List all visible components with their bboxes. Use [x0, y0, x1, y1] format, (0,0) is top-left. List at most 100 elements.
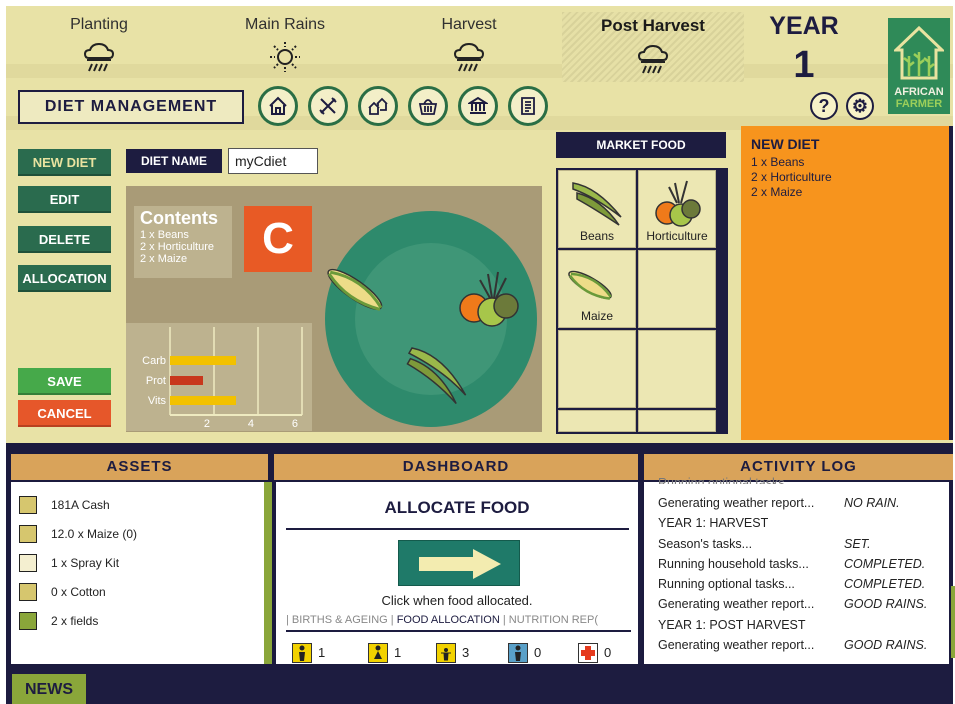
panel-edge [949, 126, 953, 440]
village-icon[interactable] [358, 86, 398, 126]
activity-log-scrollbar[interactable] [951, 586, 955, 658]
stat-value: 1 [394, 645, 402, 660]
new-diet-button[interactable]: NEW DIET [18, 149, 111, 176]
vegetables-icon [655, 180, 701, 227]
african-farmer-logo: AFRICAN FARMER [888, 18, 950, 114]
asset-text: 0 x Cotton [51, 585, 106, 599]
market-item-horticulture[interactable]: Horticulture [638, 170, 716, 248]
spray-kit-icon [19, 554, 37, 572]
log-row: Generating weather report... GOOD RAINS. [658, 597, 927, 615]
maize-icon [568, 270, 612, 300]
tab-births-ageing[interactable]: BIRTHS & AGEING [292, 614, 388, 626]
diet-name-input[interactable]: myCdiet [228, 148, 318, 174]
contents-item: 1 x Beans [140, 229, 189, 241]
assets-scrollbar[interactable] [264, 482, 272, 664]
maize-icon [19, 525, 37, 543]
season-post-harvest-current: Post Harvest [562, 12, 744, 82]
nutrition-bar-prot [170, 376, 203, 385]
help-button[interactable]: ? [810, 92, 838, 120]
rain-cloud-icon [637, 44, 669, 74]
asset-text: 2 x fields [51, 614, 99, 628]
stat-value: 0 [534, 645, 542, 660]
logo-line: AFRICAN [894, 86, 944, 98]
log-row: YEAR 1: HARVEST [658, 516, 768, 534]
logo-text: AFRICAN FARMER [888, 86, 950, 110]
fields-icon [19, 612, 37, 630]
market-item-maize[interactable]: Maize [558, 250, 636, 328]
market-item-beans[interactable]: Beans [558, 170, 636, 248]
market-item-label: Maize [580, 309, 613, 323]
log-text: Generating weather report... [658, 638, 815, 652]
farm-tools-icon[interactable] [308, 86, 348, 126]
asset-text: 181A Cash [51, 498, 110, 512]
market-item-label: Horticulture [646, 229, 708, 243]
market-food-title: MARKET FOOD [556, 132, 726, 158]
child-icon [436, 643, 456, 663]
asset-text: 1 x Spray Kit [51, 556, 120, 570]
category-label: Vits [148, 395, 167, 407]
category-label: Prot [146, 375, 166, 387]
x-tick-label: 4 [248, 418, 254, 430]
new-diet-item: 2 x Horticulture [751, 170, 832, 184]
news-tab[interactable]: NEWS [12, 674, 86, 704]
log-row: YEAR 1: POST HARVEST [658, 618, 806, 636]
sun-icon [270, 42, 300, 72]
tab-food-allocation[interactable]: FOOD ALLOCATION [397, 614, 500, 626]
season-planting: Planting [24, 16, 174, 74]
assets-header: ASSETS [11, 454, 268, 480]
logo-line: FARMER [895, 98, 943, 110]
log-text: Generating weather report... [658, 496, 815, 510]
nutrition-chart-panel: Carb Prot Vits 2 4 6 [126, 323, 312, 431]
beans-icon [572, 182, 622, 226]
delete-button[interactable]: DELETE [18, 226, 111, 253]
sick-cross-icon [578, 643, 598, 663]
market-empty-slot [638, 330, 716, 408]
category-label: Carb [142, 355, 166, 367]
diet-contents-box: Contents 1 x Beans 2 x Horticulture 2 x … [134, 206, 232, 278]
log-text: Running household tasks... [658, 557, 809, 571]
new-diet-item: 2 x Maize [751, 185, 803, 199]
cash-icon [19, 496, 37, 514]
new-diet-title: NEW DIET [751, 136, 820, 152]
market-basket-icon[interactable] [408, 86, 448, 126]
market-empty-slot [558, 330, 636, 408]
log-result: SET. [844, 537, 871, 551]
dashboard-tabs: | BIRTHS & AGEING | FOOD ALLOCATION | NU… [286, 614, 631, 632]
allocation-hint: Click when food allocated. [381, 593, 533, 608]
stat-value: 3 [462, 645, 470, 660]
season-name: Main Rains [244, 16, 326, 33]
settings-button[interactable]: ⚙ [846, 92, 874, 120]
contents-item: 2 x Horticulture [140, 241, 214, 253]
cancel-button[interactable]: CANCEL [18, 400, 111, 427]
tab-nutrition-report[interactable]: NUTRITION REP( [509, 614, 598, 626]
diet-management-screen: Planting Main Rains Harvest Post Harvest… [6, 6, 953, 443]
log-row: Running household tasks... COMPLETED. [658, 557, 925, 575]
allocation-button[interactable]: ALLOCATION [18, 265, 111, 292]
log-text: Generating weather report... [658, 597, 815, 611]
diet-grade-badge: C [244, 206, 312, 272]
rain-cloud-icon [453, 42, 485, 72]
x-tick-label: 6 [292, 418, 298, 430]
save-button[interactable]: SAVE [18, 368, 111, 395]
contents-title: Contents [140, 208, 218, 228]
asset-text: 12.0 x Maize (0) [51, 527, 138, 541]
news-ticker [6, 670, 953, 704]
home-icon[interactable] [258, 86, 298, 126]
stat-value: 1 [318, 645, 326, 660]
confirm-allocation-button[interactable] [398, 540, 520, 586]
log-row: Generating weather report... GOOD RAINS. [658, 638, 927, 656]
report-icon[interactable] [508, 86, 548, 126]
plate[interactable] [324, 208, 538, 430]
log-result: NO RAIN. [844, 496, 900, 510]
log-result: GOOD RAINS. [844, 597, 928, 611]
edit-button[interactable]: EDIT [18, 186, 111, 213]
nutrition-bar-carb [170, 356, 236, 365]
log-text: Season's tasks... [658, 537, 753, 551]
diet-name-label: DIET NAME [126, 149, 222, 173]
season-name: Planting [70, 16, 128, 33]
season-name: Post Harvest [601, 16, 705, 35]
stat-value: 0 [604, 645, 612, 660]
season-name: Harvest [441, 16, 497, 33]
arrow-right-icon [419, 549, 501, 579]
bank-icon[interactable] [458, 86, 498, 126]
